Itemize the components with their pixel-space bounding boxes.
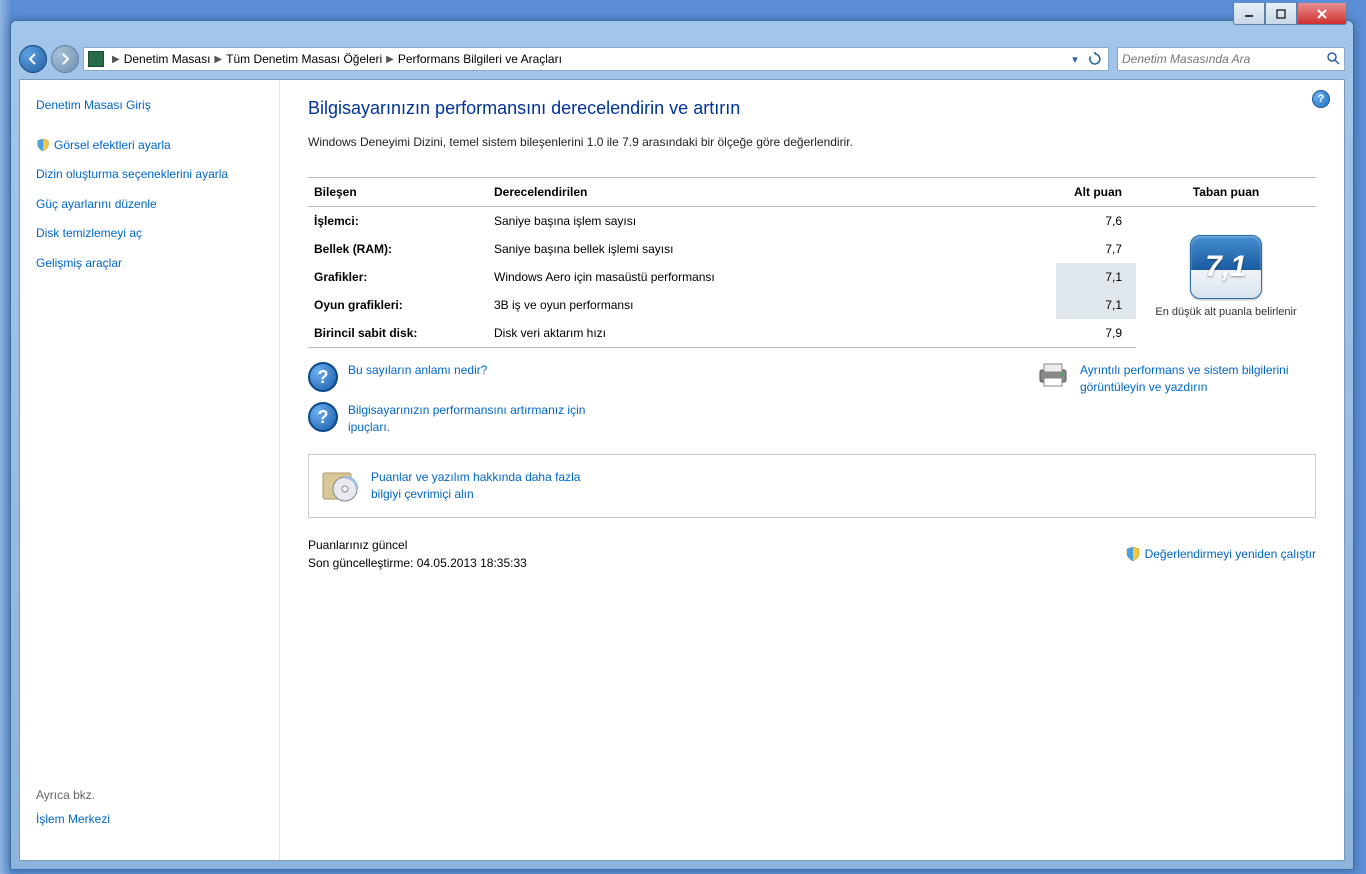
address-bar[interactable]: ▶ Denetim Masası ▶ Tüm Denetim Masası Öğ… — [83, 47, 1109, 71]
subscore-value: 7,1 — [1056, 291, 1136, 319]
subscore-value: 7,6 — [1056, 207, 1136, 236]
link-tips[interactable]: Bilgisayarınızın performansını artırmanı… — [348, 402, 588, 436]
col-rated: Derecelendirilen — [488, 178, 1056, 207]
sidebar-link-disk-cleanup[interactable]: Disk temizlemeyi aç — [36, 226, 263, 242]
sidebar-link-advanced-tools[interactable]: Gelişmiş araçlar — [36, 256, 263, 272]
score-table: Bileşen Derecelendirilen Alt puan Taban … — [308, 177, 1316, 348]
col-base: Taban puan — [1136, 178, 1316, 207]
breadcrumb-item[interactable]: Denetim Masası — [124, 52, 211, 66]
search-icon[interactable] — [1326, 51, 1340, 68]
forward-button[interactable] — [51, 45, 79, 73]
link-rerun-assessment[interactable]: Değerlendirmeyi yeniden çalıştır — [1145, 547, 1316, 561]
maximize-button[interactable] — [1265, 3, 1297, 25]
search-input[interactable] — [1122, 52, 1326, 66]
main-content: ? Bilgisayarınızın performansını derecel… — [280, 80, 1344, 860]
chevron-right-icon[interactable]: ▶ — [386, 54, 394, 65]
table-row: İşlemci:Saniye başına işlem sayısı7,67,1… — [308, 207, 1316, 236]
nav-bar: ▶ Denetim Masası ▶ Tüm Denetim Masası Öğ… — [11, 41, 1353, 77]
component-rated: Disk veri aktarım hızı — [488, 319, 1056, 348]
sidebar-link-indexing[interactable]: Dizin oluşturma seçeneklerini ayarla — [36, 167, 263, 183]
page-heading: Bilgisayarınızın performansını derecelen… — [308, 98, 1316, 119]
content-area: Denetim Masası Giriş Görsel efektleri ay… — [19, 79, 1345, 861]
shield-icon — [1125, 546, 1141, 562]
last-updated-value: 04.05.2013 18:35:33 — [417, 556, 527, 570]
page-description: Windows Deneyimi Dizini, temel sistem bi… — [308, 135, 1316, 149]
title-bar[interactable] — [11, 21, 1353, 41]
subscore-value: 7,1 — [1056, 263, 1136, 291]
back-button[interactable] — [19, 45, 47, 73]
component-rated: 3B iş ve oyun performansı — [488, 291, 1056, 319]
window-controls — [1233, 3, 1347, 25]
see-also-label: Ayrıca bkz. — [36, 788, 263, 802]
sidebar-home-link[interactable]: Denetim Masası Giriş — [36, 98, 263, 114]
base-score-badge: 7,1 — [1190, 235, 1262, 299]
component-name: İşlemci: — [308, 207, 488, 236]
sidebar-link-power[interactable]: Güç ayarlarını düzenle — [36, 197, 263, 213]
sidebar-link-visual-effects[interactable]: Görsel efektleri ayarla — [54, 138, 171, 154]
component-rated: Saniye başına bellek işlemi sayısı — [488, 235, 1056, 263]
base-score-note: En düşük alt puanla belirlenir — [1155, 305, 1296, 319]
help-button[interactable]: ? — [1312, 90, 1330, 108]
sidebar-link-action-center[interactable]: İşlem Merkezi — [36, 812, 263, 828]
desktop-edge — [0, 0, 10, 874]
component-name: Grafikler: — [308, 263, 488, 291]
component-rated: Windows Aero için masaüstü performansı — [488, 263, 1056, 291]
printer-icon — [1036, 362, 1070, 388]
breadcrumb-item[interactable]: Performans Bilgileri ve Araçları — [398, 52, 562, 66]
subscore-value: 7,9 — [1056, 319, 1136, 348]
online-info-box: Puanlar ve yazılım hakkında daha fazla b… — [308, 454, 1316, 518]
question-icon: ? — [308, 362, 338, 392]
col-component: Bileşen — [308, 178, 488, 207]
subscore-value: 7,7 — [1056, 235, 1136, 263]
control-panel-icon — [88, 51, 104, 67]
link-print-details[interactable]: Ayrıntılı performans ve sistem bilgileri… — [1080, 362, 1316, 396]
col-subscore: Alt puan — [1056, 178, 1136, 207]
base-score-cell: 7,1 En düşük alt puanla belirlenir — [1136, 207, 1316, 348]
refresh-button[interactable] — [1086, 50, 1104, 68]
breadcrumb-item[interactable]: Tüm Denetim Masası Öğeleri — [226, 52, 382, 66]
last-updated-label: Son güncelleştirme: — [308, 556, 413, 570]
search-box[interactable] — [1117, 47, 1345, 71]
minimize-button[interactable] — [1233, 3, 1265, 25]
software-disc-icon — [321, 467, 359, 505]
link-online-info[interactable]: Puanlar ve yazılım hakkında daha fazla b… — [371, 469, 611, 503]
shield-icon — [36, 138, 50, 152]
status-row: Puanlarınız güncel Son güncelleştirme: 0… — [308, 536, 1316, 572]
question-icon: ? — [308, 402, 338, 432]
component-rated: Saniye başına işlem sayısı — [488, 207, 1056, 236]
close-button[interactable] — [1297, 3, 1347, 25]
component-name: Oyun grafikleri: — [308, 291, 488, 319]
help-links-row: ? Bu sayıların anlamı nedir? ? Bilgisaya… — [308, 362, 1316, 436]
component-name: Birincil sabit disk: — [308, 319, 488, 348]
component-name: Bellek (RAM): — [308, 235, 488, 263]
control-panel-window: ▶ Denetim Masası ▶ Tüm Denetim Masası Öğ… — [10, 20, 1354, 870]
link-meaning[interactable]: Bu sayıların anlamı nedir? — [348, 362, 487, 379]
chevron-right-icon[interactable]: ▶ — [112, 54, 120, 65]
history-dropdown[interactable]: ▾ — [1066, 50, 1084, 68]
scores-current-label: Puanlarınız güncel — [308, 536, 527, 554]
chevron-right-icon[interactable]: ▶ — [214, 54, 222, 65]
sidebar: Denetim Masası Giriş Görsel efektleri ay… — [20, 80, 280, 860]
